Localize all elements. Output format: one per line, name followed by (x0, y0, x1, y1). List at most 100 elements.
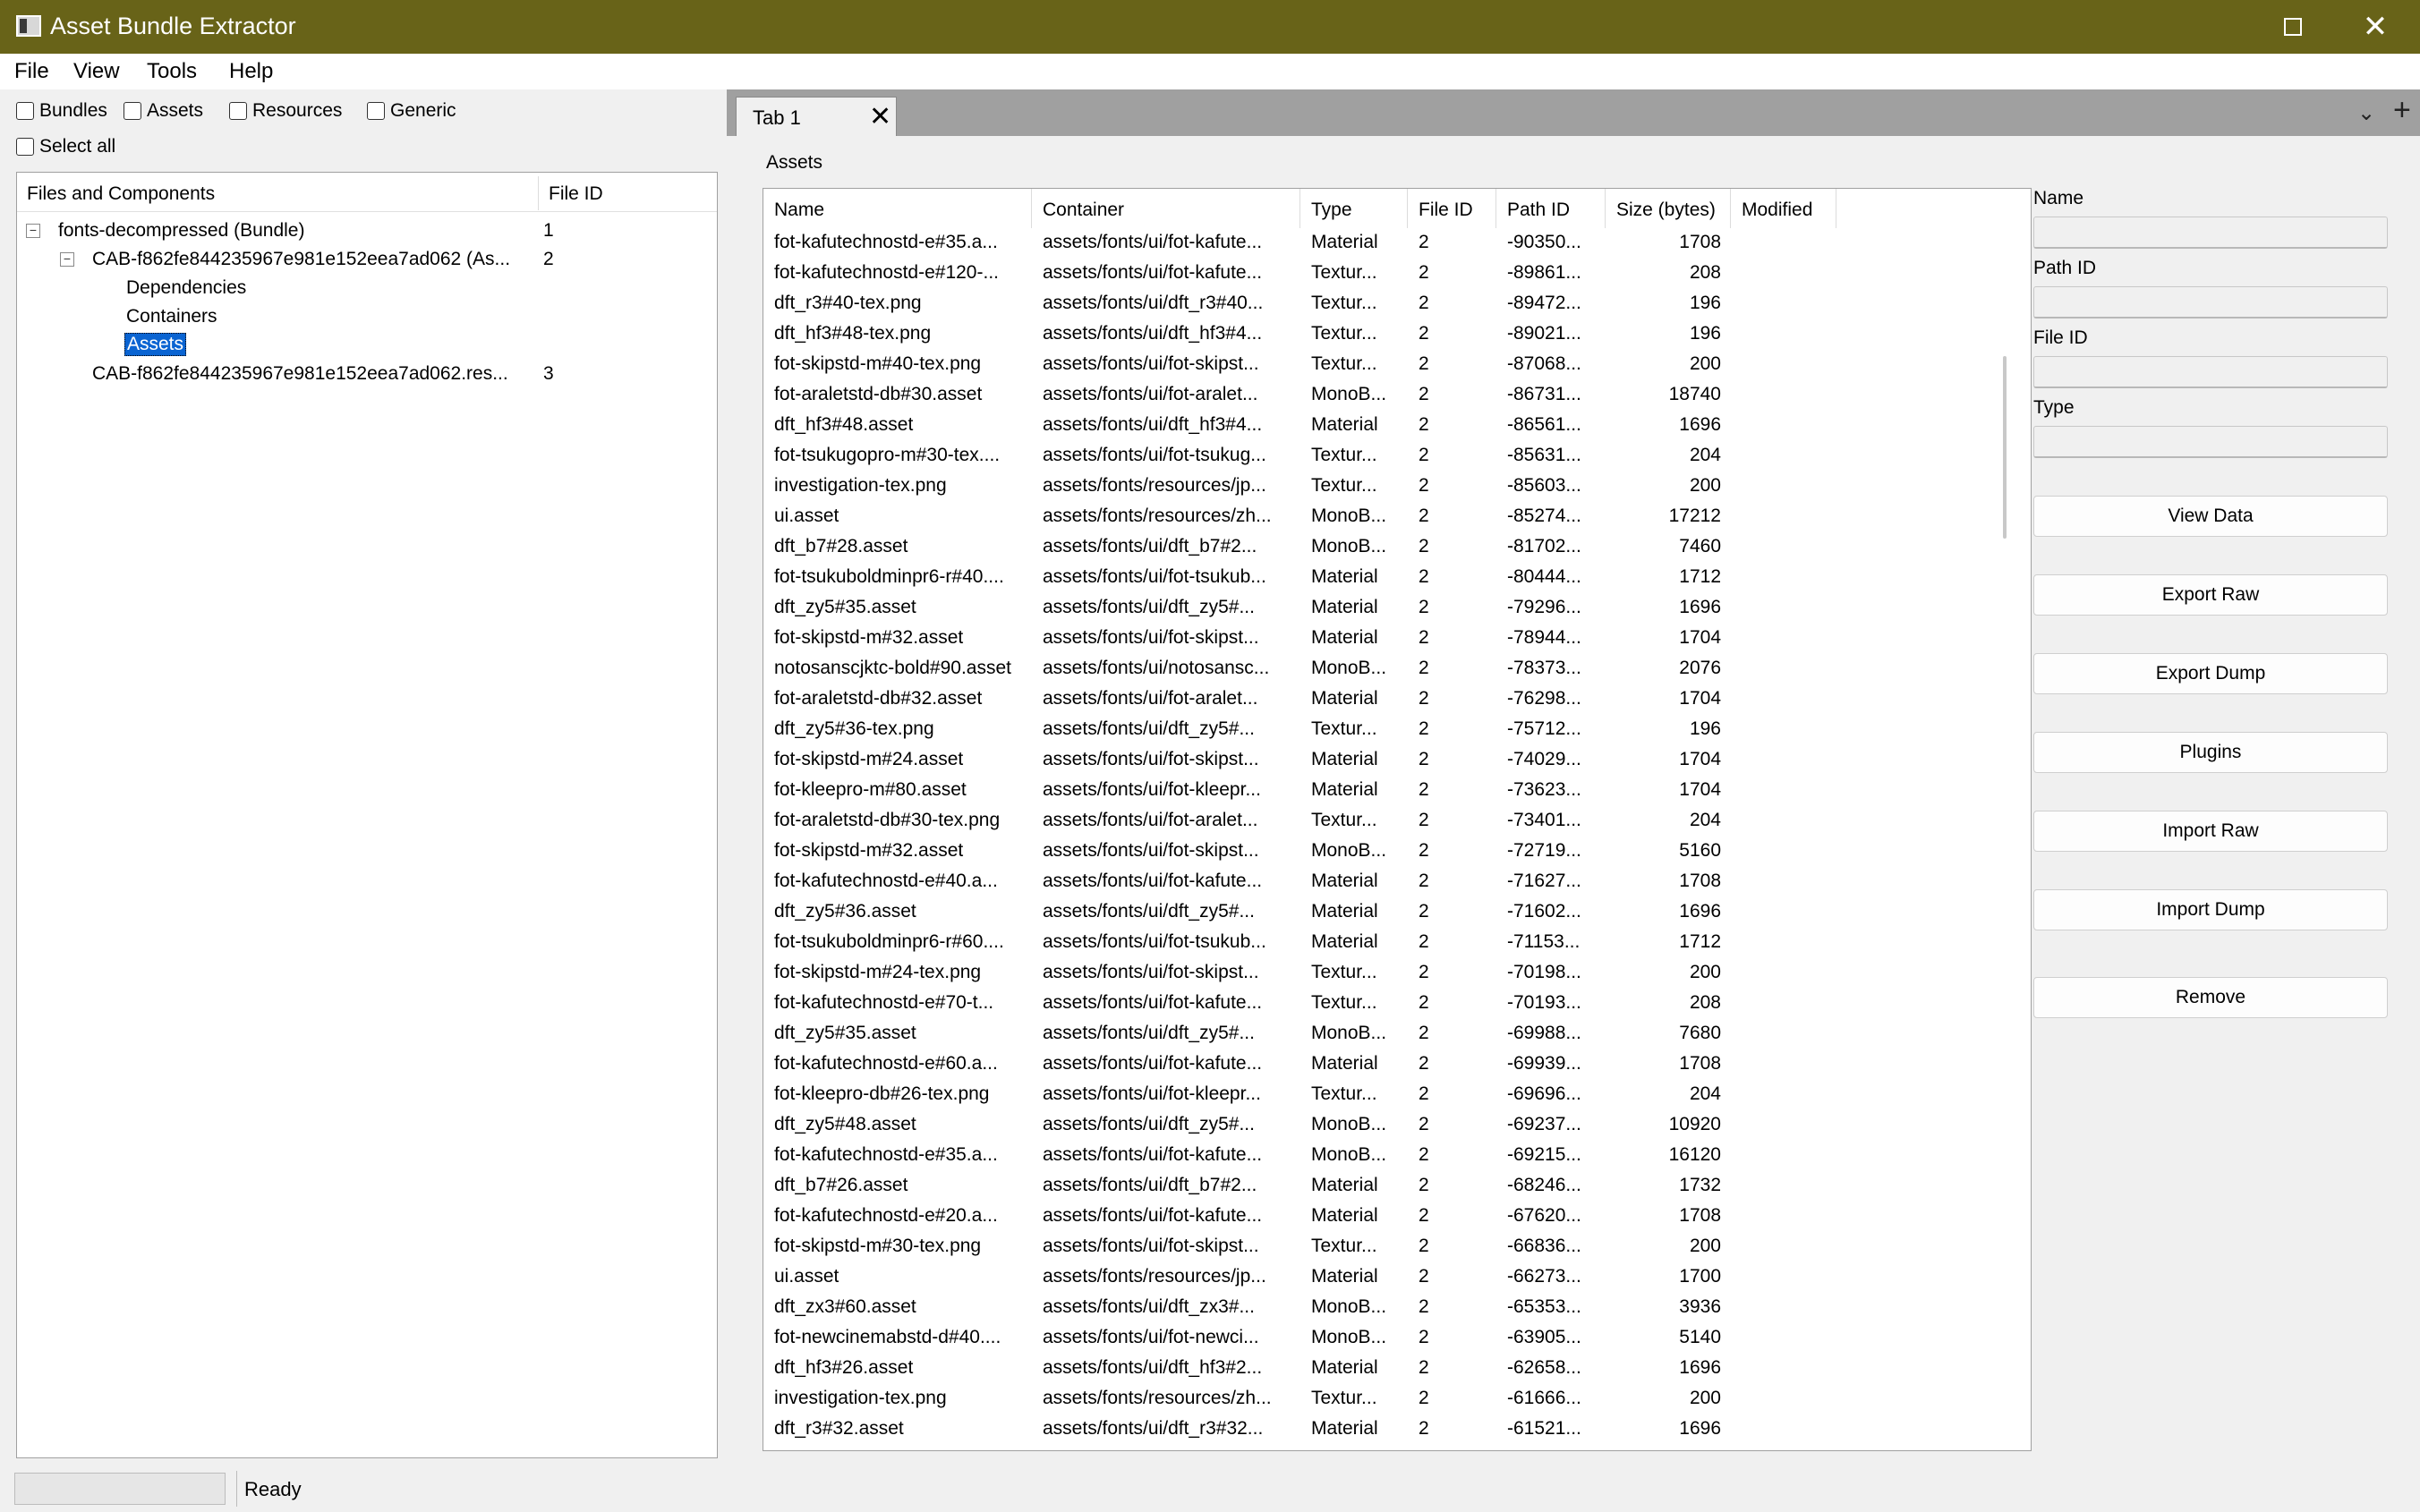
files-tree[interactable]: Files and Components File ID − fonts-dec… (16, 172, 718, 1458)
assets-table[interactable]: Name Container Type File ID Path ID Size… (763, 188, 2032, 1451)
table-row[interactable]: investigation-tex.png assets/fonts/resour… (763, 1384, 1998, 1414)
table-row[interactable]: fot-kafutechnostd-e#35.a... assets/fonts/… (763, 228, 1998, 259)
tree-row-assets[interactable]: Assets (17, 332, 715, 361)
table-row[interactable]: fot-araletstd-db#30.asset assets/fonts/ui… (763, 380, 1998, 411)
table-row[interactable]: fot-kafutechnostd-e#40.a... assets/fonts/… (763, 867, 1998, 897)
column-header-size[interactable]: Size (bytes) (1606, 189, 1731, 228)
table-row[interactable]: dft_r3#40-tex.png assets/fonts/ui/dft_r3#… (763, 289, 1998, 319)
chevron-down-icon[interactable]: ⌄ (2357, 100, 2375, 126)
table-row[interactable]: fot-tsukugopro-m#30-tex.... assets/fonts/… (763, 441, 1998, 471)
table-row[interactable]: dft_zy5#48.asset assets/fonts/ui/dft_zy5#… (763, 1110, 1998, 1141)
menu-tools[interactable]: Tools (147, 59, 197, 84)
table-row[interactable]: dft_hf3#48.asset assets/fonts/ui/dft_hf3#… (763, 411, 1998, 441)
tab-close-icon[interactable]: ✕ (869, 101, 891, 132)
table-row[interactable]: fot-kafutechnostd-e#20.a... assets/fonts/… (763, 1202, 1998, 1232)
bundles-checkbox[interactable]: Bundles (16, 100, 107, 122)
checkbox-box[interactable] (229, 102, 247, 120)
column-header-file-id[interactable]: File ID (1408, 189, 1496, 228)
table-row[interactable]: dft_zx3#60.asset assets/fonts/ui/dft_zx3#… (763, 1293, 1998, 1323)
export-dump-button[interactable]: Export Dump (2033, 653, 2388, 694)
remove-button[interactable]: Remove (2033, 977, 2388, 1018)
column-header-type[interactable]: Type (1300, 189, 1408, 228)
checkbox-box[interactable] (124, 102, 141, 120)
menu-help[interactable]: Help (229, 59, 273, 84)
cell-name: fot-kleepro-m#80.asset (774, 779, 967, 800)
collapse-icon[interactable]: − (60, 252, 74, 267)
table-row[interactable]: fot-kleepro-db#26-tex.png assets/fonts/ui… (763, 1080, 1998, 1110)
table-row[interactable]: fot-kleepro-m#80.asset assets/fonts/ui/fo… (763, 776, 1998, 806)
cell-size: 5160 (1679, 840, 1721, 861)
checkbox-box[interactable] (16, 102, 34, 120)
column-header-container[interactable]: Container (1032, 189, 1300, 228)
cell-name: dft_zy5#35.asset (774, 597, 916, 617)
table-row[interactable]: fot-tsukuboldminpr6-r#60.... assets/fonts… (763, 928, 1998, 958)
cell-name: fot-skipstd-m#24.asset (774, 749, 964, 769)
export-raw-button[interactable]: Export Raw (2033, 574, 2388, 616)
file-id-field[interactable] (2033, 356, 2388, 388)
scrollbar-thumb[interactable] (2003, 356, 2007, 539)
checkbox-box[interactable] (16, 138, 34, 156)
import-dump-button[interactable]: Import Dump (2033, 889, 2388, 930)
table-row[interactable]: dft_hf3#26.asset assets/fonts/ui/dft_hf3#… (763, 1354, 1998, 1384)
tree-row-dependencies[interactable]: Dependencies (17, 275, 715, 303)
path-id-field[interactable] (2033, 286, 2388, 319)
tree-header-name[interactable]: Files and Components (27, 183, 215, 205)
column-header-name[interactable]: Name (763, 189, 1032, 228)
assets-checkbox[interactable]: Assets (124, 100, 203, 122)
table-row[interactable]: fot-kafutechnostd-e#120-... assets/fonts/… (763, 259, 1998, 289)
type-field[interactable] (2033, 426, 2388, 458)
view-data-button[interactable]: View Data (2033, 496, 2388, 537)
checkbox-box[interactable] (367, 102, 385, 120)
resources-checkbox[interactable]: Resources (229, 100, 342, 122)
column-header-modified[interactable]: Modified (1731, 189, 1836, 228)
tab-1[interactable]: Tab 1 ✕ (736, 97, 897, 136)
table-row[interactable]: fot-kafutechnostd-e#35.a... assets/fonts/… (763, 1141, 1998, 1171)
tree-row-bundle[interactable]: − fonts-decompressed (Bundle) 1 (17, 217, 715, 246)
generic-checkbox[interactable]: Generic (367, 100, 456, 122)
table-row[interactable]: dft_hf3#48-tex.png assets/fonts/ui/dft_hf… (763, 319, 1998, 350)
plugins-button[interactable]: Plugins (2033, 732, 2388, 773)
table-row[interactable]: fot-skipstd-m#32.asset assets/fonts/ui/fo… (763, 624, 1998, 654)
assets-filter-label: Assets (147, 100, 204, 121)
table-row[interactable]: dft_zy5#35.asset assets/fonts/ui/dft_zy5#… (763, 593, 1998, 624)
tree-row-cab-resources[interactable]: CAB-f862fe844235967e981e152eea7ad062.res… (17, 361, 715, 389)
collapse-icon[interactable]: − (26, 224, 40, 238)
cell-container: assets/fonts/resources/zh... (1043, 505, 1272, 526)
select-all-checkbox[interactable]: Select all (16, 136, 115, 157)
table-row[interactable]: fot-newcinemabstd-d#40.... assets/fonts/u… (763, 1323, 1998, 1354)
cell-file-id: 2 (1419, 536, 1429, 556)
cell-file-id: 2 (1419, 718, 1429, 739)
name-field[interactable] (2033, 217, 2388, 249)
table-row[interactable]: investigation-tex.png assets/fonts/resour… (763, 471, 1998, 502)
table-row[interactable]: fot-kafutechnostd-e#70-t... assets/fonts/… (763, 989, 1998, 1019)
table-row[interactable]: dft_zy5#36-tex.png assets/fonts/ui/dft_zy… (763, 715, 1998, 745)
table-row[interactable]: notosanscjktc-bold#90.asset assets/fonts/… (763, 654, 1998, 684)
table-row[interactable]: dft_r3#32.asset assets/fonts/ui/dft_r3#32… (763, 1414, 1998, 1445)
table-row[interactable]: fot-tsukuboldminpr6-r#40.... assets/fonts… (763, 563, 1998, 593)
table-row[interactable]: dft_zy5#36.asset assets/fonts/ui/dft_zy5#… (763, 897, 1998, 928)
minimize-button[interactable] (2173, 0, 2255, 54)
maximize-button[interactable] (2252, 0, 2334, 54)
menu-view[interactable]: View (73, 59, 120, 84)
table-row[interactable]: ui.asset assets/fonts/resources/jp... Mate… (763, 1262, 1998, 1293)
table-row[interactable]: fot-skipstd-m#24-tex.png assets/fonts/ui/… (763, 958, 1998, 989)
import-raw-button[interactable]: Import Raw (2033, 811, 2388, 852)
table-row[interactable]: dft_b7#26.asset assets/fonts/ui/dft_b7#2.… (763, 1171, 1998, 1202)
table-row[interactable]: fot-araletstd-db#30-tex.png assets/fonts/… (763, 806, 1998, 837)
menu-file[interactable]: File (14, 59, 49, 84)
tree-row-cab-assets[interactable]: − CAB-f862fe844235967e981e152eea7ad062 (… (17, 246, 715, 275)
table-row[interactable]: ui.asset assets/fonts/resources/zh... Mono… (763, 502, 1998, 532)
table-row[interactable]: fot-skipstd-m#32.asset assets/fonts/ui/fo… (763, 837, 1998, 867)
tree-header-file-id[interactable]: File ID (549, 183, 603, 205)
table-row[interactable]: fot-skipstd-m#30-tex.png assets/fonts/ui/… (763, 1232, 1998, 1262)
table-row[interactable]: dft_b7#28.asset assets/fonts/ui/dft_b7#2.… (763, 532, 1998, 563)
column-header-path-id[interactable]: Path ID (1496, 189, 1606, 228)
add-tab-icon[interactable]: + (2393, 93, 2411, 128)
close-window-button[interactable]: ✕ (2334, 0, 2416, 54)
table-row[interactable]: fot-araletstd-db#32.asset assets/fonts/ui… (763, 684, 1998, 715)
table-row[interactable]: fot-kafutechnostd-e#60.a... assets/fonts/… (763, 1049, 1998, 1080)
table-row[interactable]: fot-skipstd-m#40-tex.png assets/fonts/ui/… (763, 350, 1998, 380)
tree-row-containers[interactable]: Containers (17, 303, 715, 332)
table-row[interactable]: fot-skipstd-m#24.asset assets/fonts/ui/fo… (763, 745, 1998, 776)
table-row[interactable]: dft_zy5#35.asset assets/fonts/ui/dft_zy5#… (763, 1019, 1998, 1049)
